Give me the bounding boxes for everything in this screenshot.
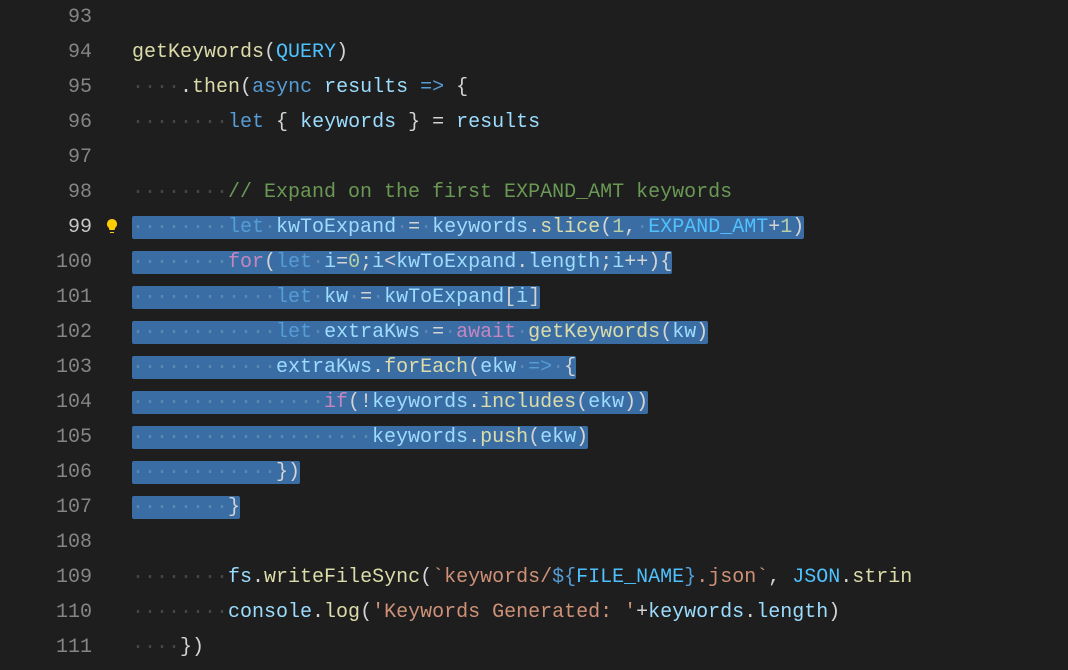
code-line[interactable]: ········for(let·i=0;i<kwToExpand.length;… (132, 245, 1068, 280)
line-number: 105 (0, 420, 92, 455)
code-line[interactable]: ····················keywords.push(ekw) (132, 420, 1068, 455)
line-number: 109 (0, 560, 92, 595)
code-line[interactable]: ········// Expand on the first EXPAND_AM… (132, 175, 1068, 210)
code-area[interactable]: getKeywords(QUERY) ····.then(async resul… (100, 0, 1068, 665)
token-const: QUERY (276, 41, 336, 64)
code-line[interactable]: getKeywords(QUERY) (132, 35, 1068, 70)
code-line[interactable]: ················if(!keywords.includes(ek… (132, 385, 1068, 420)
code-line[interactable]: ····.then(async results => { (132, 70, 1068, 105)
line-number: 101 (0, 280, 92, 315)
line-number: 93 (0, 0, 92, 35)
token-comment: // Expand on the first EXPAND_AMT keywor… (228, 181, 732, 204)
line-number: 98 (0, 175, 92, 210)
line-number: 111 (0, 630, 92, 665)
line-number: 102 (0, 315, 92, 350)
line-number: 100 (0, 245, 92, 280)
line-number: 99 (0, 210, 92, 245)
line-number: 94 (0, 35, 92, 70)
line-number-gutter: 93 94 95 96 97 98 99 100 101 102 103 104… (0, 0, 100, 670)
token-function: getKeywords (132, 41, 264, 64)
code-line[interactable] (132, 525, 1068, 560)
code-line[interactable]: ········let { keywords } = results (132, 105, 1068, 140)
code-line[interactable]: ····}) (132, 630, 1068, 665)
code-line[interactable]: ········console.log('Keywords Generated:… (132, 595, 1068, 630)
code-line[interactable]: ············let·kw·=·kwToExpand[i] (132, 280, 1068, 315)
code-line[interactable]: ············extraKws.forEach(ekw·=>·{ (132, 350, 1068, 385)
line-number: 106 (0, 455, 92, 490)
line-number: 103 (0, 350, 92, 385)
line-number: 97 (0, 140, 92, 175)
code-line[interactable]: ········fs.writeFileSync(`keywords/${FIL… (132, 560, 1068, 595)
code-line[interactable]: ········let·kwToExpand·=·keywords.slice(… (132, 210, 1068, 245)
line-number: 108 (0, 525, 92, 560)
code-line[interactable]: ············let·extraKws·=·await·getKeyw… (132, 315, 1068, 350)
line-number: 96 (0, 105, 92, 140)
code-line[interactable] (132, 0, 1068, 35)
line-number: 95 (0, 70, 92, 105)
lightbulb-icon[interactable] (104, 218, 120, 234)
line-number: 110 (0, 595, 92, 630)
code-line[interactable]: ········} (132, 490, 1068, 525)
code-line[interactable] (132, 140, 1068, 175)
line-number: 104 (0, 385, 92, 420)
code-line[interactable]: ············}) (132, 455, 1068, 490)
line-number: 107 (0, 490, 92, 525)
code-editor[interactable]: 93 94 95 96 97 98 99 100 101 102 103 104… (0, 0, 1068, 670)
